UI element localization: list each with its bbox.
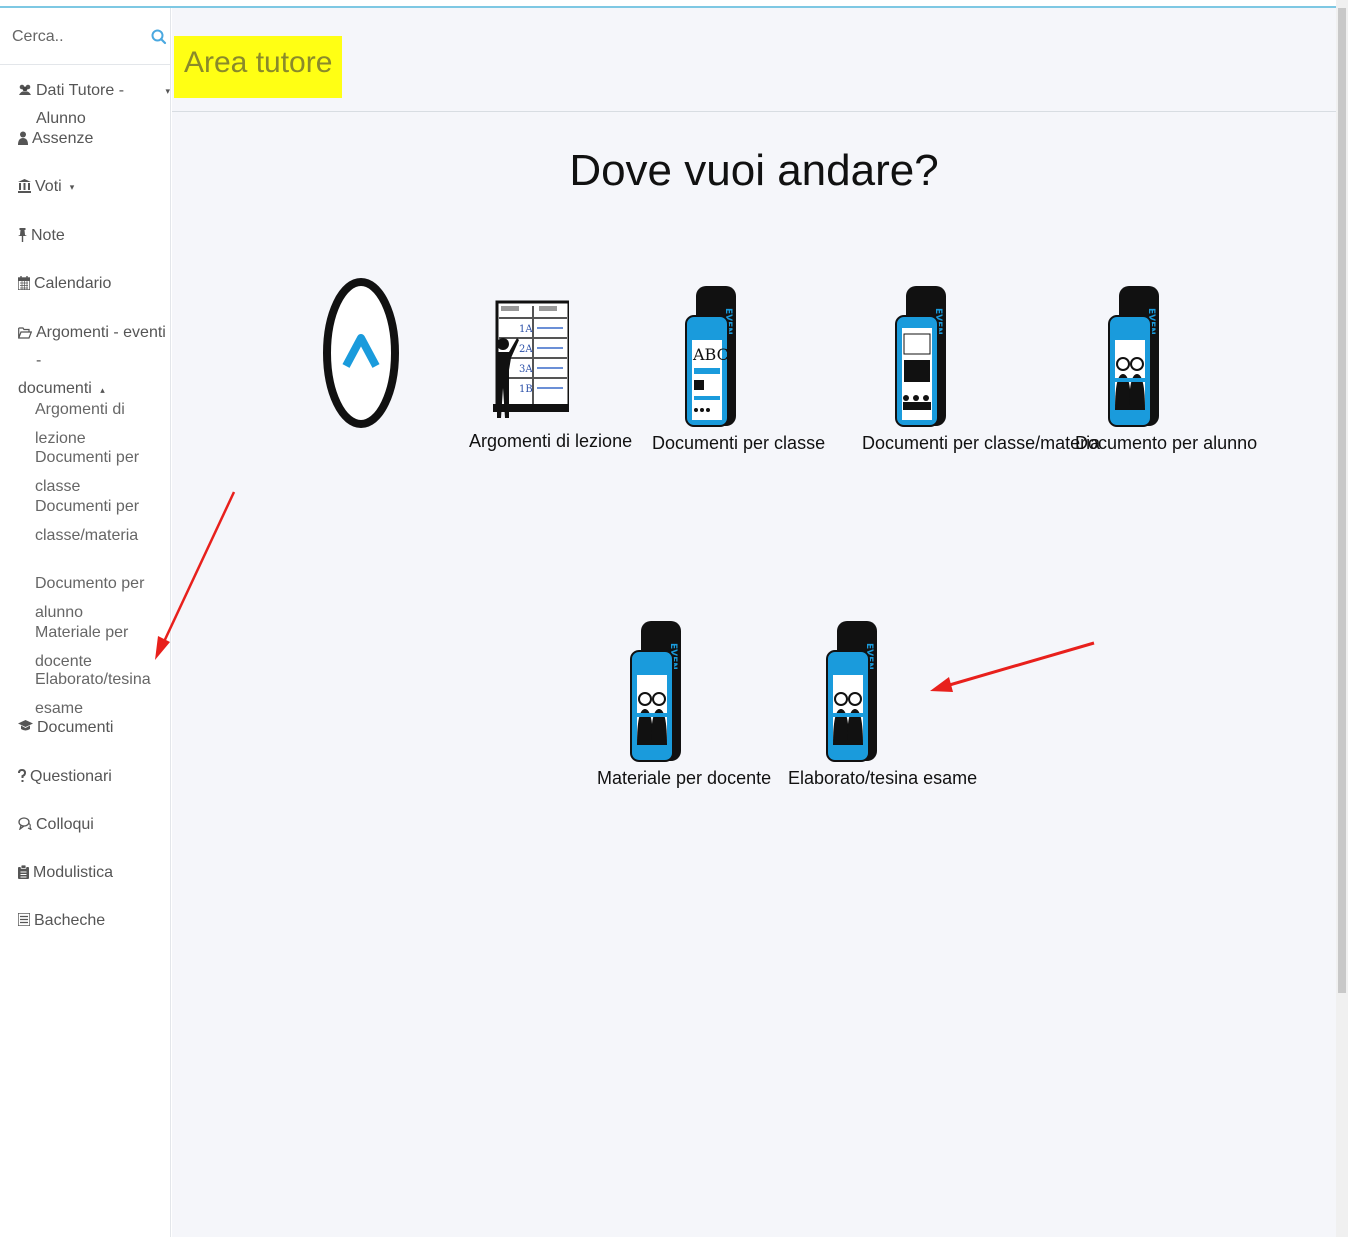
tablet-class-icon: EVEN bbox=[895, 286, 946, 427]
sidebar-item-bacheche[interactable]: Bacheche bbox=[18, 907, 105, 935]
sidebar-item-colloqui[interactable]: Colloqui bbox=[18, 811, 94, 839]
search-input[interactable] bbox=[8, 22, 146, 52]
back-button[interactable] bbox=[322, 276, 400, 430]
tile-documento-per-alunno[interactable]: EVEN Documento per alunno bbox=[1075, 278, 1258, 454]
pin-icon bbox=[18, 228, 27, 242]
sidebar-item-label: Calendario bbox=[34, 275, 112, 292]
search-icon[interactable] bbox=[150, 28, 168, 46]
graduation-cap-icon bbox=[18, 720, 33, 731]
tile-argomenti-di-lezione[interactable]: 1A 2A 3A 1B Argomenti di lezione bbox=[469, 298, 633, 452]
blackboard-teacher-icon: 1A 2A 3A 1B bbox=[493, 300, 571, 418]
sidebar-item-calendario[interactable]: Calendario bbox=[18, 270, 111, 298]
tile-label: Argomenti di lezione bbox=[469, 431, 633, 451]
tile-label: Elaborato/tesina esame bbox=[788, 768, 978, 788]
chevron-up-icon bbox=[323, 278, 399, 428]
sidebar-item-questionari[interactable]: Questionari bbox=[18, 763, 112, 791]
sidebar-item-label: Note bbox=[31, 227, 65, 244]
sidebar-item-label: Questionari bbox=[30, 768, 112, 785]
sidebar-item-label: Bacheche bbox=[34, 912, 106, 929]
submenu-item-label-line2: classe/materia bbox=[35, 527, 139, 544]
tile-materiale-per-docente[interactable]: EVEN Materiale per docente bbox=[597, 613, 772, 789]
tile-label: Documenti per classe bbox=[652, 433, 826, 453]
calendar-icon bbox=[18, 276, 30, 290]
sidebar-item-note[interactable]: Note bbox=[18, 222, 65, 250]
question-icon bbox=[18, 769, 26, 782]
page-title: Area tutore bbox=[174, 36, 343, 98]
sidebar-item-label: Modulistica bbox=[33, 864, 114, 881]
folder-open-icon bbox=[18, 327, 32, 339]
sidebar-item-label: Voti bbox=[35, 178, 62, 195]
page-header: Area tutore bbox=[172, 8, 1336, 112]
sidebar-item-voti[interactable]: Voti ▾ bbox=[18, 173, 74, 201]
sidebar-item-label: Assenze bbox=[32, 130, 94, 147]
list-icon bbox=[18, 913, 30, 926]
tile-elaborato-tesina-esame[interactable]: EVEN Elaborato/tesina esame bbox=[788, 613, 978, 789]
sidebar-item-assenze[interactable]: Assenze bbox=[18, 125, 93, 153]
svg-text:1A: 1A bbox=[519, 324, 533, 335]
tile-label: Materiale per docente bbox=[597, 768, 772, 788]
search-bar bbox=[0, 8, 170, 65]
sidebar-item-argomenti[interactable]: Argomenti - eventi - documenti ▴ bbox=[18, 319, 170, 404]
svg-text:1B: 1B bbox=[519, 384, 533, 395]
sidebar-item-label: Colloqui bbox=[36, 816, 94, 833]
bank-icon bbox=[18, 179, 31, 193]
svg-text:3A: 3A bbox=[519, 364, 533, 375]
submenu-item-label: Documenti per bbox=[35, 498, 140, 515]
sidebar-item-modulistica[interactable]: Modulistica bbox=[18, 859, 113, 887]
main-content: Area tutore Dove vuoi andare? 1A 2A 3A 1… bbox=[172, 8, 1336, 1237]
tile-documenti-per-classe-materia[interactable]: EVEN Documenti per classe/materia bbox=[862, 278, 1101, 454]
chevron-down-icon: ▾ bbox=[165, 86, 170, 96]
sidebar-item-documenti[interactable]: Documenti bbox=[18, 714, 113, 742]
question-heading: Dove vuoi andare? bbox=[569, 146, 939, 195]
tile-label: Documento per alunno bbox=[1075, 433, 1258, 453]
chevron-down-icon: ▾ bbox=[69, 182, 75, 192]
tile-label: Documenti per classe/materia bbox=[862, 433, 1101, 453]
users-icon bbox=[19, 84, 31, 95]
tablet-abc-icon: EVEN ABC bbox=[685, 286, 736, 427]
sidebar-item-label: Documenti bbox=[37, 719, 114, 736]
tablet-teachers-icon: EVEN bbox=[630, 621, 681, 762]
svg-text:ABC: ABC bbox=[692, 345, 729, 364]
sidebar: Dati Tutore - Alunno ▾ Assenze Voti ▾ No… bbox=[0, 8, 171, 1237]
tablet-exam-icon: EVEN bbox=[826, 621, 877, 762]
sidebar-item-label: Argomenti - eventi - bbox=[36, 324, 166, 369]
chat-icon bbox=[18, 817, 32, 830]
user-icon bbox=[18, 131, 28, 145]
svg-text:2A: 2A bbox=[519, 344, 533, 355]
clipboard-icon bbox=[18, 865, 29, 879]
submenu-item-documenti-per-classe-materia[interactable]: Documenti per classe/materia bbox=[35, 492, 139, 550]
tablet-student-icon: EVEN bbox=[1108, 286, 1159, 427]
scrollbar-thumb[interactable] bbox=[1338, 8, 1346, 993]
tile-documenti-per-classe[interactable]: EVEN ABC Documenti per classe bbox=[652, 278, 826, 454]
chevron-up-icon: ▴ bbox=[100, 385, 105, 395]
